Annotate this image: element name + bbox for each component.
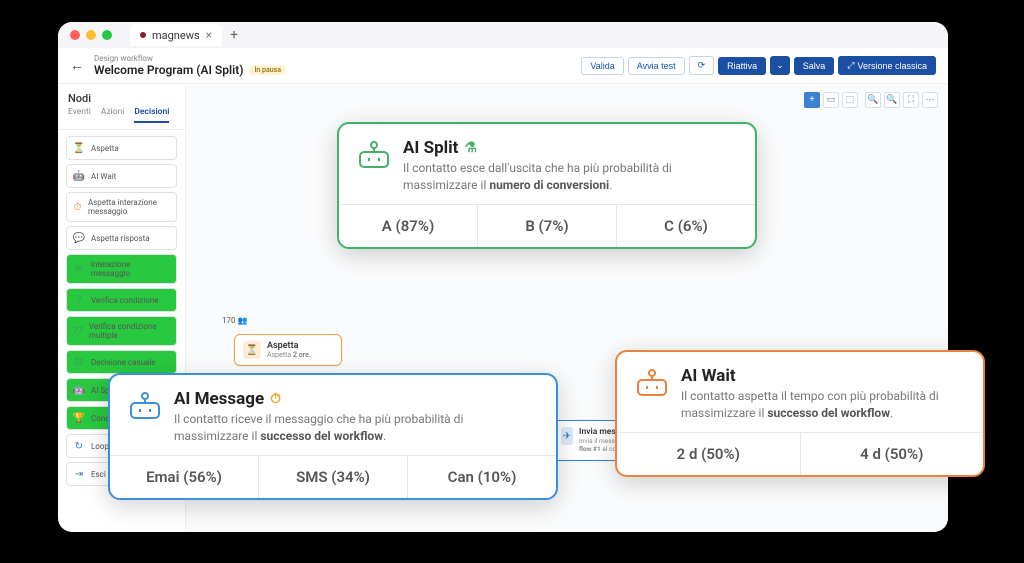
- callout-ai-split: AI Split ⚗ Il contatto esce dall'uscita c…: [337, 122, 757, 249]
- browser-tab[interactable]: magnews ×: [130, 24, 222, 46]
- window-controls: [70, 30, 112, 40]
- sidebar-tab-actions[interactable]: Azioni: [101, 107, 125, 123]
- edge-count-1: 170 👥: [222, 316, 247, 325]
- status-badge: In pausa: [249, 65, 286, 75]
- classic-version-button[interactable]: ⤢Versione classica: [838, 56, 936, 75]
- app-toolbar: ← Design workflow Welcome Program (AI Sp…: [58, 48, 948, 84]
- titlebar: magnews × +: [58, 22, 948, 48]
- bot-icon: [128, 389, 162, 425]
- zoom-in-icon[interactable]: 🔍: [865, 92, 881, 108]
- timer-icon: ⏱: [270, 391, 281, 407]
- zoom-out-icon[interactable]: 🔍: [884, 92, 900, 108]
- save-button[interactable]: Salva: [794, 57, 835, 75]
- node-label: Esci: [91, 470, 106, 479]
- node-icon: ✉: [73, 263, 85, 275]
- node-label: Verifica condizione multipla: [89, 322, 170, 340]
- sidebar-tabs: Eventi Azioni Decisioni: [58, 107, 185, 130]
- node-icon: ↻: [73, 440, 85, 452]
- node-icon: ?: [73, 294, 85, 306]
- reactivate-button[interactable]: Riattiva: [718, 57, 766, 75]
- split-option-a[interactable]: A (87%): [339, 205, 478, 247]
- node-icon: 🤖: [73, 170, 85, 182]
- node-label: Aspetta: [91, 144, 119, 153]
- callout-title: AI Split: [403, 138, 458, 158]
- callout-title: AI Message: [174, 389, 264, 409]
- node-label: Verifica condizione: [91, 296, 159, 305]
- palette-node-item[interactable]: ⁇ Verifica condizione multipla: [66, 316, 177, 346]
- tab-favicon-dot: [140, 32, 146, 38]
- node-label: AI Wait: [91, 172, 116, 181]
- node-icon: ⏳: [73, 142, 85, 154]
- wait-option-1[interactable]: 2 d (50%): [617, 433, 801, 475]
- flow-node-wait[interactable]: ⏳ Aspetta Aspetta 2 ore.: [234, 334, 342, 366]
- bot-icon: [635, 366, 669, 402]
- node-icon: ⇥: [73, 468, 85, 480]
- callout-desc: Il contatto riceve il messaggio che ha p…: [174, 411, 538, 445]
- palette-node-item[interactable]: ⏳ Aspetta: [66, 136, 177, 160]
- refresh-button[interactable]: ⟳: [689, 56, 715, 75]
- node-icon: ⁇: [73, 325, 83, 337]
- node-label: Aspetta risposta: [91, 234, 150, 243]
- hourglass-icon: ⏳: [243, 341, 261, 359]
- new-tab-icon[interactable]: +: [230, 27, 238, 43]
- back-arrow-icon[interactable]: ←: [70, 57, 84, 74]
- palette-node-item[interactable]: ? Verifica condizione: [66, 288, 177, 312]
- reactivate-dropdown-icon[interactable]: ⌄: [770, 56, 790, 75]
- maximize-window-dot[interactable]: [102, 30, 112, 40]
- canvas-toolbar: + ▭ ⬚ 🔍 🔍 ⛶ ⋯: [804, 92, 938, 108]
- breadcrumb: Design workflow: [94, 54, 286, 63]
- sidebar-title: Nodi: [58, 84, 185, 107]
- canvas-add-icon[interactable]: +: [804, 92, 820, 108]
- palette-node-item[interactable]: ⚄ Decisione casuale: [66, 350, 177, 374]
- node-label: Loop: [91, 442, 109, 451]
- callout-ai-wait: AI Wait Il contatto aspetta il tempo con…: [615, 350, 985, 477]
- palette-node-item[interactable]: ⏱ Aspetta interazione messaggio: [66, 192, 177, 222]
- palette-node-item[interactable]: 💬 Aspetta risposta: [66, 226, 177, 250]
- bot-icon: [357, 138, 391, 174]
- fit-view-icon[interactable]: ⛶: [903, 92, 919, 108]
- canvas-select-icon[interactable]: ⬚: [842, 92, 858, 108]
- split-option-b[interactable]: B (7%): [478, 205, 617, 247]
- callout-desc: Il contatto esce dall'uscita che ha più …: [403, 160, 737, 194]
- flask-icon: ⚗: [464, 140, 477, 156]
- sidebar-tab-decisions[interactable]: Decisioni: [134, 107, 169, 123]
- node-icon: ⚄: [73, 356, 85, 368]
- split-option-c[interactable]: C (6%): [617, 205, 755, 247]
- callout-title: AI Wait: [681, 366, 965, 386]
- browser-tabs: magnews × +: [130, 24, 238, 46]
- node-icon: 🤖: [73, 384, 85, 396]
- node-label: Aspetta interazione messaggio: [88, 198, 170, 216]
- callout-ai-message: AI Message ⏱ Il contatto riceve il messa…: [108, 373, 558, 500]
- close-window-dot[interactable]: [70, 30, 80, 40]
- node-icon: ⏱: [73, 201, 82, 213]
- msg-option-email[interactable]: Emai (56%): [110, 456, 259, 498]
- more-icon[interactable]: ⋯: [922, 92, 938, 108]
- palette-node-item[interactable]: 🤖 AI Wait: [66, 164, 177, 188]
- page-title: Welcome Program (AI Split): [94, 63, 243, 77]
- wait-node-desc: Aspetta 2 ore.: [267, 351, 311, 359]
- wait-node-title: Aspetta: [267, 341, 311, 351]
- minimize-window-dot[interactable]: [86, 30, 96, 40]
- start-test-button[interactable]: Avvia test: [628, 57, 685, 75]
- validate-button[interactable]: Valida: [581, 57, 623, 75]
- send-message-icon: ✈: [561, 427, 573, 445]
- node-label: Interazione messaggio: [91, 260, 170, 278]
- page-heading: Design workflow Welcome Program (AI Spli…: [94, 54, 286, 77]
- canvas-layout-icon[interactable]: ▭: [823, 92, 839, 108]
- close-tab-icon[interactable]: ×: [206, 28, 212, 42]
- sidebar-tab-events[interactable]: Eventi: [68, 107, 91, 123]
- node-icon: 🏆: [73, 412, 85, 424]
- callout-desc: Il contatto aspetta il tempo con più pro…: [681, 388, 965, 422]
- tab-title: magnews: [152, 29, 200, 42]
- node-label: Decisione casuale: [91, 358, 156, 367]
- msg-option-sms[interactable]: SMS (34%): [259, 456, 408, 498]
- node-icon: 💬: [73, 232, 85, 244]
- msg-option-can[interactable]: Can (10%): [408, 456, 556, 498]
- wait-option-2[interactable]: 4 d (50%): [801, 433, 984, 475]
- palette-node-item[interactable]: ✉ Interazione messaggio: [66, 254, 177, 284]
